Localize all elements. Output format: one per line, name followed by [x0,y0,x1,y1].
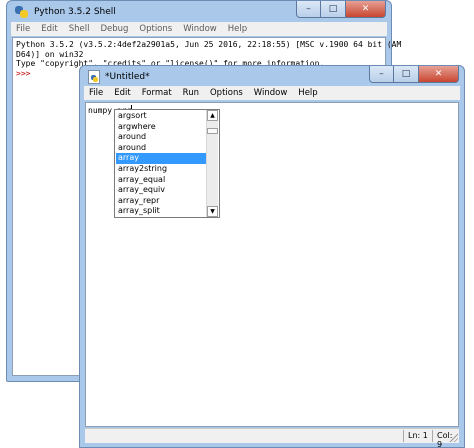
menu-debug[interactable]: Debug [95,22,134,36]
menu-help[interactable]: Help [293,86,323,100]
status-divider [432,430,433,442]
editor-menubar: File Edit Format Run Options Window Help [84,86,460,100]
shell-window-controls: – □ ✕ [296,1,386,18]
autocomplete-item[interactable]: around [116,132,206,143]
python-file-icon [88,70,100,84]
close-button[interactable]: ✕ [419,66,459,83]
autocomplete-scrollbar[interactable]: ▲ ▼ [206,110,218,217]
menu-window[interactable]: Window [178,22,223,36]
menu-options[interactable]: Options [134,22,178,36]
shell-output-line: D64)] on win32 [16,49,84,59]
minimize-button[interactable]: – [296,1,321,18]
shell-menubar: File Edit Shell Debug Options Window Hel… [11,22,387,36]
menu-options[interactable]: Options [205,86,249,100]
scroll-up-arrow-icon[interactable]: ▲ [207,110,218,121]
status-divider [403,430,404,442]
maximize-button[interactable]: □ [394,66,419,83]
status-line-number: Ln: 1 [408,431,428,440]
shell-output-line: Python 3.5.2 (v3.5.2:4def2a2901a5, Jun 2… [16,40,402,49]
maximize-button[interactable]: □ [321,1,346,18]
autocomplete-item[interactable]: array_repr [116,196,206,207]
menu-file[interactable]: File [84,86,109,100]
menu-edit[interactable]: Edit [109,86,136,100]
autocomplete-list: argsort argwhere around around array arr… [116,111,206,217]
python-icon [15,5,29,19]
menu-shell[interactable]: Shell [64,22,96,36]
autocomplete-item[interactable]: argsort [116,111,206,122]
status-bar: Ln: 1 Col: 9 [85,428,459,448]
autocomplete-item[interactable]: array_equal [116,175,206,186]
autocomplete-item[interactable]: argwhere [116,122,206,133]
editor-window-title: *Untitled* [105,72,150,82]
autocomplete-item[interactable]: around [116,143,206,154]
autocomplete-popup[interactable]: argsort argwhere around around array arr… [114,109,220,218]
menu-help[interactable]: Help [223,22,253,36]
menu-window[interactable]: Window [249,86,294,100]
autocomplete-item[interactable]: array [116,153,206,164]
minimize-button[interactable]: – [369,66,394,83]
autocomplete-item[interactable]: array_equiv [116,185,206,196]
scroll-down-arrow-icon[interactable]: ▼ [207,206,218,217]
menu-run[interactable]: Run [178,86,205,100]
editor-window-controls: – □ ✕ [369,66,459,83]
menu-format[interactable]: Format [137,86,178,100]
menu-file[interactable]: File [11,22,36,36]
menu-edit[interactable]: Edit [36,22,63,36]
scrollbar-thumb[interactable] [207,128,218,134]
autocomplete-item[interactable]: array_split [116,206,206,217]
autocomplete-item[interactable]: array2string [116,164,206,175]
close-button[interactable]: ✕ [346,1,386,18]
shell-window-title: Python 3.5.2 Shell [34,7,116,17]
